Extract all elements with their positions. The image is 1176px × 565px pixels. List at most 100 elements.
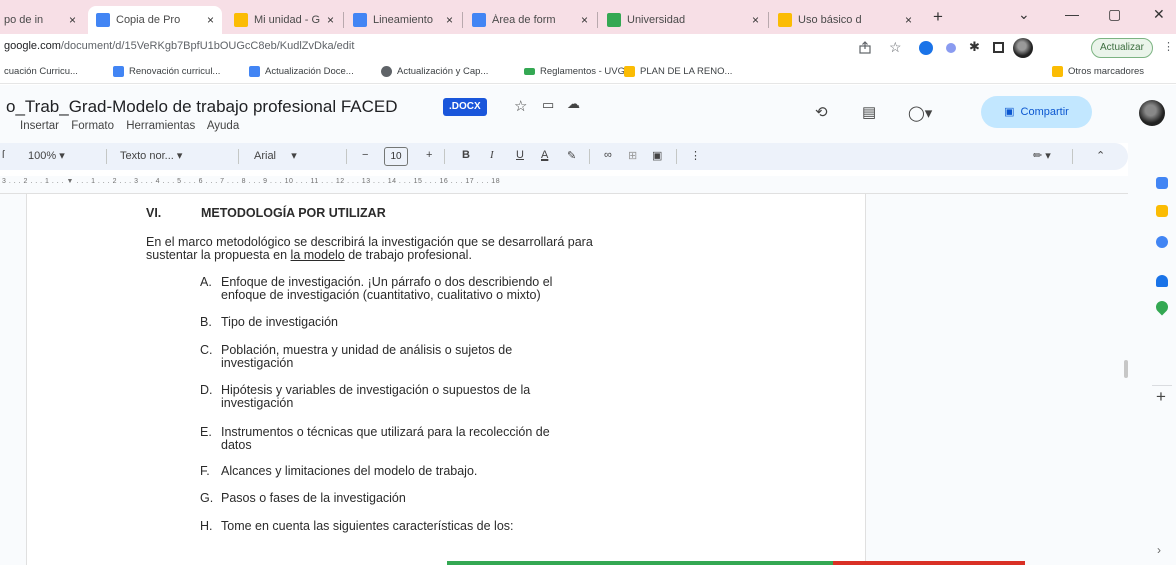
- bookmark-item[interactable]: cuación Curricu...: [4, 66, 78, 77]
- tab-search-icon[interactable]: ⌄: [1018, 6, 1030, 23]
- style-value: Texto nor...: [120, 150, 174, 162]
- tab-title: po de in: [4, 14, 44, 26]
- bookmark-label: Reglamentos - UVG: [540, 66, 626, 77]
- browser-tab[interactable]: Área de form ×: [464, 6, 596, 34]
- bookmark-item[interactable]: PLAN DE LA RENO...: [624, 66, 732, 77]
- bookmark-item[interactable]: Renovación curricul...: [113, 66, 220, 77]
- font-size-input[interactable]: 10: [384, 147, 408, 166]
- list-item-letter: E.: [200, 425, 212, 439]
- document-title[interactable]: o_Trab_Grad-Modelo de trabajo profesiona…: [6, 97, 398, 117]
- intro-text: sustentar la propuesta en: [146, 248, 291, 262]
- add-comment-icon[interactable]: ⊞: [628, 149, 637, 162]
- insert-image-icon[interactable]: ▣: [652, 149, 662, 162]
- close-tab-icon[interactable]: ×: [905, 13, 912, 27]
- browser-tab[interactable]: Mi unidad - G ×: [226, 6, 342, 34]
- bookmark-item[interactable]: Actualización Doce...: [249, 66, 354, 77]
- spelling-flag[interactable]: la modelo: [291, 248, 345, 262]
- url-domain: google.com: [4, 40, 61, 52]
- side-panel-icon[interactable]: [993, 42, 1004, 53]
- close-window-button[interactable]: ✕: [1153, 6, 1165, 23]
- docs-bookmark-icon: [249, 66, 260, 77]
- extension-icon[interactable]: [919, 41, 933, 55]
- docs-bookmark-icon: [113, 66, 124, 77]
- update-button[interactable]: Actualizar: [1091, 38, 1153, 58]
- extension-icon[interactable]: [946, 43, 956, 53]
- menu-help[interactable]: Ayuda: [207, 120, 239, 132]
- calendar-icon[interactable]: [1156, 177, 1168, 189]
- minimize-button[interactable]: —: [1065, 6, 1079, 22]
- section-heading: METODOLOGÍA POR UTILIZAR: [201, 206, 386, 220]
- expand-panel-icon[interactable]: ›: [1157, 543, 1161, 557]
- ruler[interactable]: 3 . . . 2 . . . 1 . . . ▼ . . . 1 . . . …: [0, 176, 1128, 194]
- bookmark-item[interactable]: Reglamentos - UVG: [524, 66, 625, 77]
- extensions-puzzle-icon[interactable]: ✱: [969, 39, 980, 55]
- avatar[interactable]: [1139, 100, 1165, 126]
- more-options-icon[interactable]: ⋮: [690, 149, 701, 162]
- font-select[interactable]: Arial ▾: [254, 149, 297, 162]
- bookmark-label: Actualización y Cap...: [397, 66, 489, 77]
- increase-font-button[interactable]: +: [426, 149, 432, 161]
- bookmark-star-icon[interactable]: ☆: [889, 39, 902, 56]
- browser-tab[interactable]: Universidad ×: [599, 6, 767, 34]
- paint-format-icon[interactable]: ſ: [2, 149, 4, 161]
- share-page-icon[interactable]: [858, 41, 872, 55]
- globe-bookmark-icon: [381, 66, 392, 77]
- browser-tab-active[interactable]: Copia de Pro ×: [88, 6, 222, 34]
- keep-icon[interactable]: [1156, 205, 1168, 217]
- bookmark-label: Actualización Doce...: [265, 66, 354, 77]
- text-color-button[interactable]: A: [541, 149, 548, 161]
- italic-button[interactable]: I: [490, 149, 494, 161]
- highlight-pen-icon[interactable]: ✎: [567, 149, 576, 162]
- docs-header: o_Trab_Grad-Modelo de trabajo profesiona…: [0, 85, 1176, 143]
- comments-icon[interactable]: ▤: [862, 103, 876, 121]
- close-tab-icon[interactable]: ×: [69, 13, 76, 27]
- close-tab-icon[interactable]: ×: [581, 13, 588, 27]
- version-history-icon[interactable]: ⟲: [815, 103, 828, 121]
- share-button[interactable]: ▣ Compartir: [981, 96, 1092, 128]
- intro-line-2: sustentar la propuesta en la modelo de t…: [146, 249, 472, 262]
- insert-link-icon[interactable]: ∞: [604, 149, 612, 161]
- list-item: investigación: [221, 396, 294, 410]
- star-icon[interactable]: ☆: [514, 97, 527, 115]
- list-item: datos: [221, 438, 252, 452]
- close-tab-icon[interactable]: ×: [327, 13, 334, 27]
- meet-icon[interactable]: ◯▾: [908, 104, 932, 122]
- list-item-letter: C.: [200, 343, 213, 357]
- address-bar[interactable]: google.com/document/d/15VeRKgb7BpfU1bOUG…: [0, 34, 1176, 62]
- underline-button[interactable]: U: [516, 149, 524, 161]
- list-item-letter: H.: [200, 519, 213, 533]
- intro-text: de trabajo profesional.: [344, 248, 472, 262]
- browser-tab[interactable]: po de in ×: [0, 6, 84, 34]
- bookmarks-bar: cuación Curricu... Renovación curricul..…: [0, 62, 1176, 84]
- font-value: Arial: [254, 150, 277, 162]
- formatting-toolbar: ſ 100% ▾ Texto nor... ▾ Arial ▾ − 10 + B…: [0, 143, 1128, 170]
- close-tab-icon[interactable]: ×: [446, 13, 453, 27]
- browser-menu-icon[interactable]: ⋮: [1163, 40, 1174, 53]
- tab-title: Mi unidad - G: [254, 14, 321, 26]
- decrease-font-button[interactable]: −: [362, 149, 368, 161]
- browser-tab[interactable]: Lineamiento ×: [345, 6, 461, 34]
- zoom-select[interactable]: 100% ▾: [28, 149, 65, 162]
- move-folder-icon[interactable]: ▭: [542, 97, 554, 113]
- profile-avatar-icon[interactable]: [1013, 38, 1033, 58]
- bookmark-item[interactable]: Actualización y Cap...: [381, 66, 488, 77]
- menu-insert[interactable]: Insertar: [20, 120, 59, 132]
- other-bookmarks[interactable]: Otros marcadores: [1052, 66, 1144, 77]
- toolbar-divider: [589, 149, 590, 164]
- url-text[interactable]: google.com/document/d/15VeRKgb7BpfU1bOUG…: [4, 40, 354, 52]
- editing-mode-icon[interactable]: ✏ ▾: [1033, 149, 1051, 162]
- list-item: Tome en cuenta las siguientes caracterís…: [221, 519, 514, 533]
- close-tab-icon[interactable]: ×: [207, 13, 214, 27]
- style-select[interactable]: Texto nor... ▾: [120, 149, 182, 162]
- menu-format[interactable]: Formato: [71, 120, 114, 132]
- browser-tab[interactable]: Uso básico d ×: [770, 6, 920, 34]
- menu-tools[interactable]: Herramientas: [126, 120, 195, 132]
- restore-button[interactable]: ▢: [1108, 6, 1121, 23]
- tasks-icon[interactable]: [1156, 236, 1168, 248]
- contacts-icon[interactable]: [1156, 275, 1168, 287]
- new-tab-button[interactable]: +: [933, 7, 943, 27]
- bold-button[interactable]: B: [462, 149, 470, 161]
- add-addon-button[interactable]: +: [1156, 387, 1166, 407]
- hide-menus-icon[interactable]: ⌃: [1096, 149, 1105, 162]
- close-tab-icon[interactable]: ×: [752, 13, 759, 27]
